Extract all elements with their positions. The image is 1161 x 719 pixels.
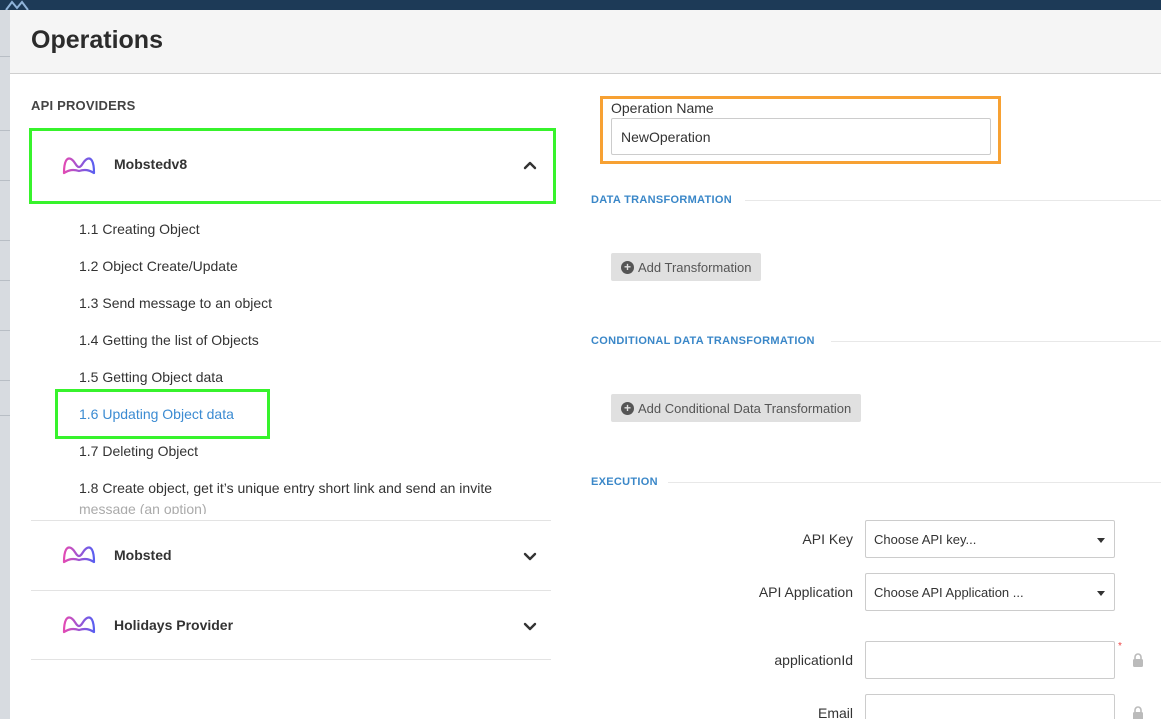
api-application-label: API Application [758,584,853,600]
lock-icon [1133,653,1143,667]
provider-name: Mobsted [114,547,172,563]
operation-item[interactable]: 1.3 Send message to an object [79,295,272,311]
required-asterisk: * [1118,641,1122,652]
operation-item[interactable]: 1.2 Object Create/Update [79,258,238,274]
section-divider [831,341,1161,342]
dropdown-caret-icon [1097,538,1105,543]
application-id-input[interactable] [865,641,1115,679]
execution-heading: EXECUTION [591,476,658,488]
api-application-selected-value: Choose API Application ... [874,584,1024,600]
add-conditional-transformation-label: Add Conditional Data Transformation [638,400,852,416]
operation-name-input[interactable]: NewOperation [611,118,991,155]
operation-item[interactable]: 1.1 Creating Object [79,221,200,237]
background-app-logo-icon [5,0,29,10]
operation-item[interactable]: 1.4 Getting the list of Objects [79,332,259,348]
api-key-label: API Key [802,531,853,547]
email-input[interactable] [865,694,1115,719]
api-application-select[interactable]: Choose API Application ... [865,573,1115,611]
operation-name-label: Operation Name [611,100,714,116]
provider-name: Holidays Provider [114,617,234,633]
modal-header: Operations [10,10,1161,74]
mobsted-logo-icon [62,546,96,564]
plus-circle-icon: + [621,401,634,415]
add-transformation-button[interactable]: + Add Transformation [611,253,762,281]
provider-mobsted[interactable]: Mobsted [31,520,551,590]
api-key-selected-value: Choose API key... [874,531,977,547]
operation-item-continued: message (an option) [79,501,207,514]
api-key-select[interactable]: Choose API key... [865,520,1115,558]
page-title: Operations [31,26,163,54]
add-conditional-transformation-button[interactable]: + Add Conditional Data Transformation [611,394,862,422]
provider-holidays[interactable]: Holidays Provider [31,590,551,660]
mobsted-logo-icon [62,616,96,634]
highlight-provider-box [29,128,556,204]
api-providers-heading: API PROVIDERS [31,98,136,113]
dropdown-caret-icon [1097,591,1105,596]
background-topbar [0,0,1161,10]
chevron-down-icon[interactable] [523,619,537,633]
conditional-transformation-heading: CONDITIONAL DATA TRANSFORMATION [591,335,815,347]
operations-modal: Operations API PROVIDERS Mobstedv8 1.1 C… [10,10,1161,719]
section-divider [745,200,1161,201]
section-divider [668,482,1161,483]
application-id-label: applicationId [774,652,853,668]
add-transformation-label: Add Transformation [638,259,752,275]
operation-item[interactable]: 1.8 Create object, get it’s unique entry… [79,480,492,496]
highlight-operation-box [55,389,270,439]
operation-item-overflow-wrapper: message (an option) [79,499,207,514]
background-sidebar [0,10,10,719]
chevron-down-icon[interactable] [523,549,537,563]
lock-icon [1133,706,1143,719]
plus-circle-icon: + [621,260,634,274]
operation-item[interactable]: 1.7 Deleting Object [79,443,198,459]
data-transformation-heading: DATA TRANSFORMATION [591,194,732,206]
operation-item[interactable]: 1.5 Getting Object data [79,369,223,385]
email-label: Email [817,705,853,719]
